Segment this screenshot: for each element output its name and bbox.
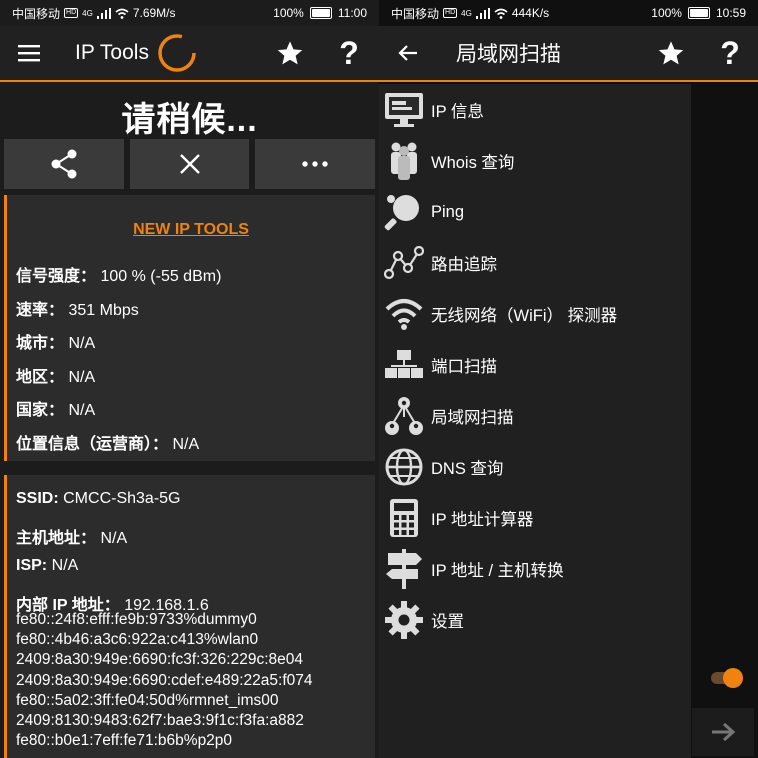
info-row: 位置信息（运营商）： N/A (16, 436, 200, 453)
info-row: 城市： N/A (16, 335, 96, 352)
loading-spinner-icon (157, 33, 197, 73)
ipv6-address: 2409:8a30:949e:6690:cdef:e489:22a5:f074 (16, 671, 313, 689)
favorite-star-icon[interactable] (647, 29, 695, 77)
menu-item-settings[interactable]: 设置 (379, 595, 691, 645)
ipv6-address-list: fe80::24f8:efff:fe9b:9733%dummy0 fe80::4… (16, 610, 313, 751)
ping-pong-icon (379, 187, 429, 237)
menu-item-label: DNS 查询 (431, 460, 504, 478)
ipv6-address: 2409:8130:9483:62f7:bae3:9f1c:f3fa:a882 (16, 712, 304, 730)
carrier-label: 中国移动 (12, 6, 61, 21)
network-info-card: NEW IP TOOLS 信号强度： 100 % (-55 dBm) 速率： 3… (4, 195, 375, 461)
favorite-star-icon[interactable] (266, 29, 314, 77)
clock: 11:00 (337, 6, 367, 20)
menu-item-ping[interactable]: Ping (379, 187, 691, 237)
info-row: 主机地址： N/A (16, 530, 128, 547)
right-screen: 中国移动 HD 4G 444K/s 100% 10:59 局域网扫描 ? IP … (379, 0, 758, 758)
wifi-icon (379, 289, 429, 339)
info-row: ISP: N/A (16, 557, 79, 574)
clock: 10:59 (715, 6, 746, 20)
battery-icon (309, 7, 332, 19)
menu-item-label: 端口扫描 (431, 358, 497, 376)
lan-scan-icon (379, 391, 429, 441)
menu-item-ip-info[interactable]: IP 信息 (379, 85, 691, 135)
carrier-label: 中国移动 (391, 6, 440, 21)
menu-item-port-scan[interactable]: 端口扫描 (379, 340, 691, 390)
cancel-button[interactable] (129, 139, 250, 189)
globe-icon (379, 442, 429, 492)
ipv6-address: 2409:8a30:949e:6690:fc3f:326:229c:8e04 (16, 651, 304, 669)
close-icon (179, 154, 200, 174)
calculator-icon (379, 493, 429, 543)
info-row: 速率： 351 Mbps (16, 302, 139, 319)
battery-icon (687, 7, 710, 19)
ipv6-address: fe80::24f8:efff:fe9b:9733%dummy0 (16, 611, 257, 628)
help-icon[interactable]: ? (325, 29, 373, 77)
monitor-icon (379, 85, 429, 135)
left-screen: 中国移动 HD 4G 7.69M/s 100% 11:00 IP Tools ?… (0, 0, 379, 758)
signal-icon (475, 7, 490, 19)
status-bar: 中国移动 HD 4G 444K/s 100% 10:59 (379, 0, 758, 26)
menu-item-label: Ping (431, 202, 465, 221)
port-scan-icon (379, 340, 429, 390)
status-bar: 中国移动 HD 4G 7.69M/s 100% 11:00 (0, 0, 379, 26)
toggle-switch[interactable] (711, 666, 745, 690)
forward-button[interactable] (692, 708, 754, 756)
ipv6-address: fe80::4b46:a3c6:922a:c413%wlan0 (16, 631, 259, 649)
info-row: 国家： N/A (16, 402, 96, 419)
gear-icon (379, 595, 429, 645)
app-title: IP Tools (75, 41, 149, 64)
back-arrow-icon[interactable] (384, 29, 432, 77)
hd-badge: HD (64, 8, 79, 18)
menu-item-ip-host-convert[interactable]: IP 地址 / 主机转换 (379, 544, 691, 594)
more-button[interactable] (255, 139, 376, 189)
wifi-status-icon (115, 8, 129, 19)
nav-drawer: IP 信息 Whois 查询 Ping 路由追踪 无线网络（WiFi） 探测器 … (379, 84, 691, 758)
menu-item-lan-scan[interactable]: 局域网扫描 (379, 391, 691, 441)
signpost-icon (379, 544, 429, 594)
menu-item-label: Whois 查询 (431, 154, 515, 172)
app-bar: IP Tools ? (0, 26, 379, 82)
info-row: SSID: CMCC-Sh3a-5G (16, 490, 181, 507)
route-icon (379, 238, 429, 288)
net-speed: 7.69M/s (132, 6, 176, 20)
menu-item-dns-lookup[interactable]: DNS 查询 (379, 442, 691, 492)
battery-percent: 100% (651, 6, 682, 20)
action-bar (4, 139, 376, 189)
menu-item-traceroute[interactable]: 路由追踪 (379, 238, 691, 288)
page-title: 请稍候... (121, 101, 258, 139)
menu-item-label: IP 地址 / 主机转换 (431, 562, 564, 580)
menu-icon[interactable] (5, 29, 53, 77)
ipv6-address: fe80::b0e1:7eff:fe71:b6b%p2p0 (16, 732, 233, 750)
network-type: 4G (82, 8, 93, 18)
signal-icon (96, 7, 111, 19)
menu-item-whois[interactable]: Whois 查询 (379, 136, 691, 186)
battery-percent: 100% (273, 6, 304, 20)
menu-item-label: 无线网络（WiFi） 探测器 (431, 307, 618, 325)
people-icon (379, 136, 429, 186)
menu-item-label: 路由追踪 (431, 256, 497, 274)
menu-item-label: 局域网扫描 (431, 409, 514, 427)
app-title: 局域网扫描 (456, 43, 561, 66)
host-info-card: SSID: CMCC-Sh3a-5G 主机地址： N/A ISP: N/A 内部… (4, 475, 375, 758)
more-dots-icon (302, 161, 328, 167)
info-row: 地区： N/A (16, 369, 96, 386)
menu-item-label: IP 信息 (431, 103, 484, 121)
hd-badge: HD (443, 8, 458, 18)
network-type: 4G (461, 8, 472, 18)
new-ip-tools-link[interactable]: NEW IP TOOLS (7, 221, 375, 239)
net-speed: 444K/s (511, 6, 550, 20)
help-icon[interactable]: ? (706, 29, 754, 77)
wifi-status-icon (494, 8, 508, 19)
ipv6-address: fe80::5a02:3ff:fe04:50d%rmnet_ims00 (16, 691, 279, 709)
share-button[interactable] (4, 139, 124, 189)
menu-item-label: IP 地址计算器 (431, 511, 534, 529)
menu-item-ip-calculator[interactable]: IP 地址计算器 (379, 493, 691, 543)
forward-arrow-icon (712, 722, 736, 742)
share-icon (51, 149, 77, 179)
info-row: 信号强度： 100 % (-55 dBm) (16, 268, 222, 285)
menu-item-wifi-scanner[interactable]: 无线网络（WiFi） 探测器 (379, 289, 691, 339)
app-bar: 局域网扫描 ? (379, 26, 758, 82)
menu-item-label: 设置 (431, 613, 464, 631)
